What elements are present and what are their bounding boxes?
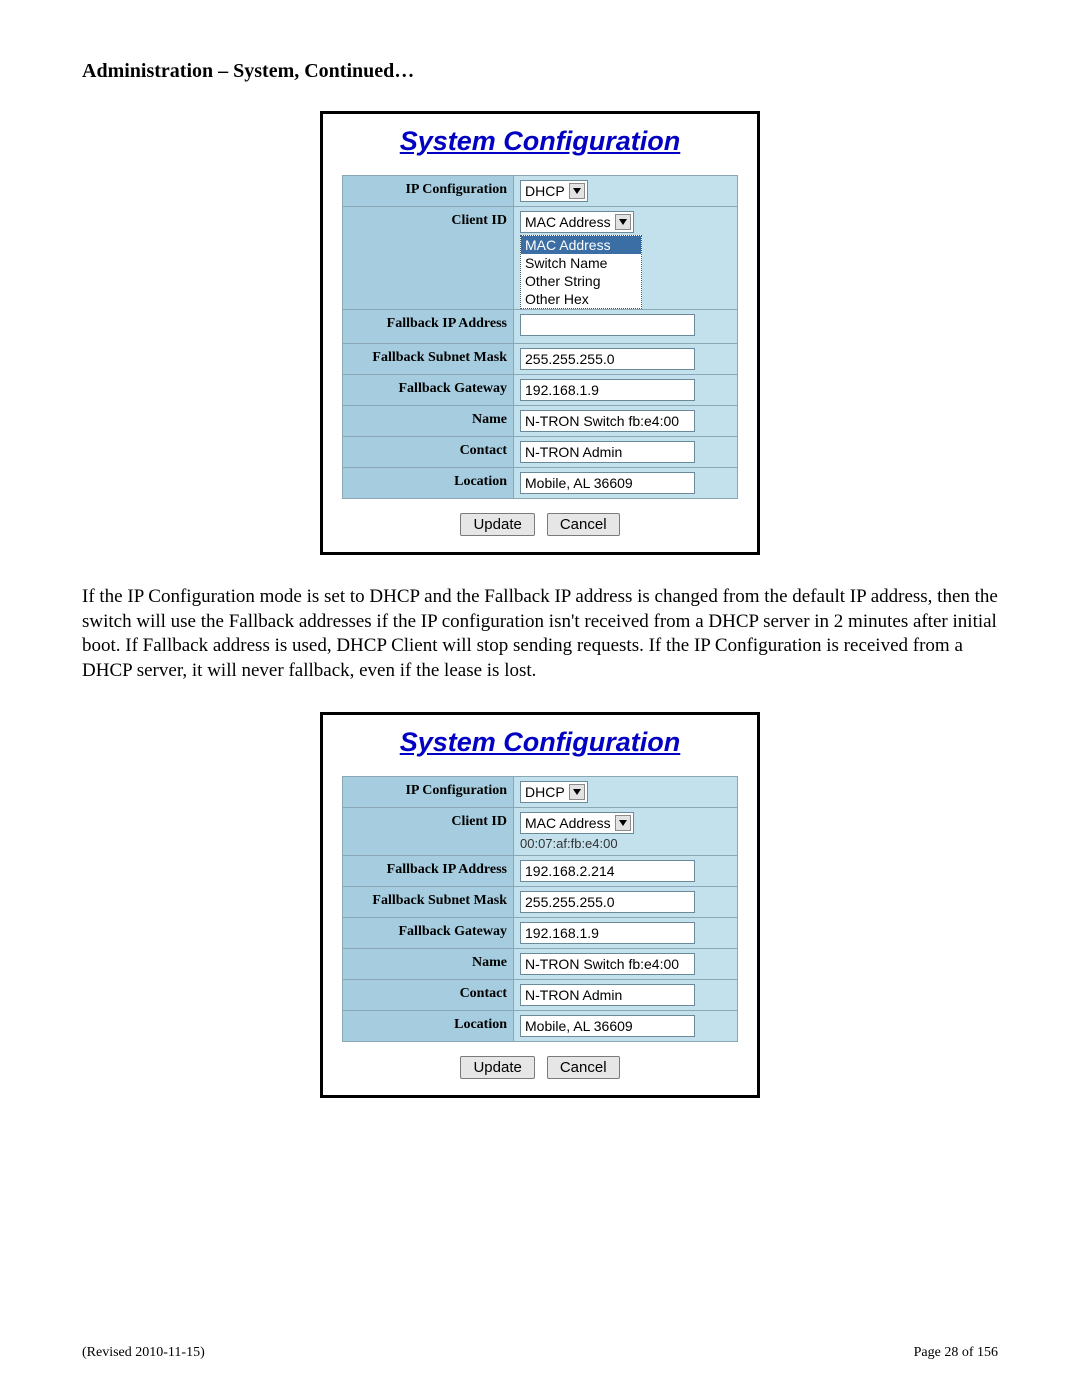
label-location: Location — [343, 468, 514, 499]
dropdown-option[interactable]: MAC Address — [521, 236, 641, 254]
name-input[interactable]: N-TRON Switch fb:e4:00 — [520, 953, 695, 975]
label-ip-configuration: IP Configuration — [343, 176, 514, 207]
label-fallback-ip: Fallback IP Address — [343, 310, 514, 344]
name-input[interactable]: N-TRON Switch fb:e4:00 — [520, 410, 695, 432]
label-client-id: Client ID — [343, 807, 514, 855]
body-paragraph: If the IP Configuration mode is set to D… — [82, 585, 998, 684]
update-button[interactable]: Update — [460, 1056, 534, 1079]
row-client-id: Client ID MAC Address MAC Address Switch… — [343, 207, 738, 310]
row-contact: Contact N-TRON Admin — [343, 437, 738, 468]
location-input[interactable]: Mobile, AL 36609 — [520, 1015, 695, 1037]
row-fallback-mask: Fallback Subnet Mask 255.255.255.0 — [343, 886, 738, 917]
panel-title: System Configuration — [335, 126, 745, 157]
ip-configuration-select[interactable]: DHCP — [520, 180, 588, 202]
fallback-ip-input[interactable]: 192.168.2.214 — [520, 860, 695, 882]
label-name: Name — [343, 406, 514, 437]
label-fallback-gateway: Fallback Gateway — [343, 917, 514, 948]
row-name: Name N-TRON Switch fb:e4:00 — [343, 948, 738, 979]
label-contact: Contact — [343, 979, 514, 1010]
label-fallback-mask: Fallback Subnet Mask — [343, 344, 514, 375]
label-client-id: Client ID — [343, 207, 514, 310]
dropdown-option[interactable]: Switch Name — [521, 254, 641, 272]
label-fallback-mask: Fallback Subnet Mask — [343, 886, 514, 917]
chevron-down-icon — [569, 784, 585, 800]
chevron-down-icon — [569, 183, 585, 199]
update-button[interactable]: Update — [460, 513, 534, 536]
fallback-mask-input[interactable]: 255.255.255.0 — [520, 891, 695, 913]
chevron-down-icon — [615, 815, 631, 831]
select-value: DHCP — [525, 784, 565, 800]
contact-input[interactable]: N-TRON Admin — [520, 441, 695, 463]
row-ip-configuration: IP Configuration DHCP — [343, 176, 738, 207]
label-ip-configuration: IP Configuration — [343, 776, 514, 807]
select-value: MAC Address — [525, 214, 611, 230]
row-ip-configuration: IP Configuration DHCP — [343, 776, 738, 807]
cancel-button[interactable]: Cancel — [547, 513, 620, 536]
row-fallback-ip: Fallback IP Address — [343, 310, 738, 344]
fallback-gateway-input[interactable]: 192.168.1.9 — [520, 379, 695, 401]
row-fallback-gateway: Fallback Gateway 192.168.1.9 — [343, 375, 738, 406]
row-fallback-mask: Fallback Subnet Mask 255.255.255.0 — [343, 344, 738, 375]
label-fallback-ip: Fallback IP Address — [343, 855, 514, 886]
dropdown-option[interactable]: Other String — [521, 272, 641, 290]
row-location: Location Mobile, AL 36609 — [343, 1010, 738, 1041]
label-name: Name — [343, 948, 514, 979]
select-value: MAC Address — [525, 815, 611, 831]
row-location: Location Mobile, AL 36609 — [343, 468, 738, 499]
config-table-2: IP Configuration DHCP Client ID MAC Addr… — [342, 776, 738, 1042]
page-footer: (Revised 2010-11-15) Page 28 of 156 — [82, 1345, 998, 1361]
footer-page: Page 28 of 156 — [914, 1345, 998, 1361]
row-client-id: Client ID MAC Address 00:07:af:fb:e4:00 — [343, 807, 738, 855]
location-input[interactable]: Mobile, AL 36609 — [520, 472, 695, 494]
fallback-ip-input[interactable] — [520, 314, 695, 336]
row-fallback-gateway: Fallback Gateway 192.168.1.9 — [343, 917, 738, 948]
fallback-mask-input[interactable]: 255.255.255.0 — [520, 348, 695, 370]
section-heading: Administration – System, Continued… — [82, 60, 998, 83]
client-id-select[interactable]: MAC Address — [520, 812, 634, 834]
config-panel-1: System Configuration IP Configuration DH… — [320, 111, 760, 555]
select-value: DHCP — [525, 183, 565, 199]
cancel-button[interactable]: Cancel — [547, 1056, 620, 1079]
chevron-down-icon — [615, 214, 631, 230]
row-contact: Contact N-TRON Admin — [343, 979, 738, 1010]
config-panel-2: System Configuration IP Configuration DH… — [320, 712, 760, 1098]
client-id-select[interactable]: MAC Address — [520, 211, 634, 233]
label-contact: Contact — [343, 437, 514, 468]
contact-input[interactable]: N-TRON Admin — [520, 984, 695, 1006]
config-table-1: IP Configuration DHCP Client ID MAC Addr… — [342, 175, 738, 499]
ip-configuration-select[interactable]: DHCP — [520, 781, 588, 803]
row-name: Name N-TRON Switch fb:e4:00 — [343, 406, 738, 437]
footer-revised: (Revised 2010-11-15) — [82, 1345, 205, 1361]
client-id-dropdown[interactable]: MAC Address Switch Name Other String Oth… — [520, 235, 642, 309]
panel-title: System Configuration — [335, 727, 745, 758]
row-fallback-ip: Fallback IP Address 192.168.2.214 — [343, 855, 738, 886]
dropdown-option[interactable]: Other Hex — [521, 290, 641, 308]
label-location: Location — [343, 1010, 514, 1041]
label-fallback-gateway: Fallback Gateway — [343, 375, 514, 406]
fallback-gateway-input[interactable]: 192.168.1.9 — [520, 922, 695, 944]
client-id-subtext: 00:07:af:fb:e4:00 — [520, 836, 731, 851]
